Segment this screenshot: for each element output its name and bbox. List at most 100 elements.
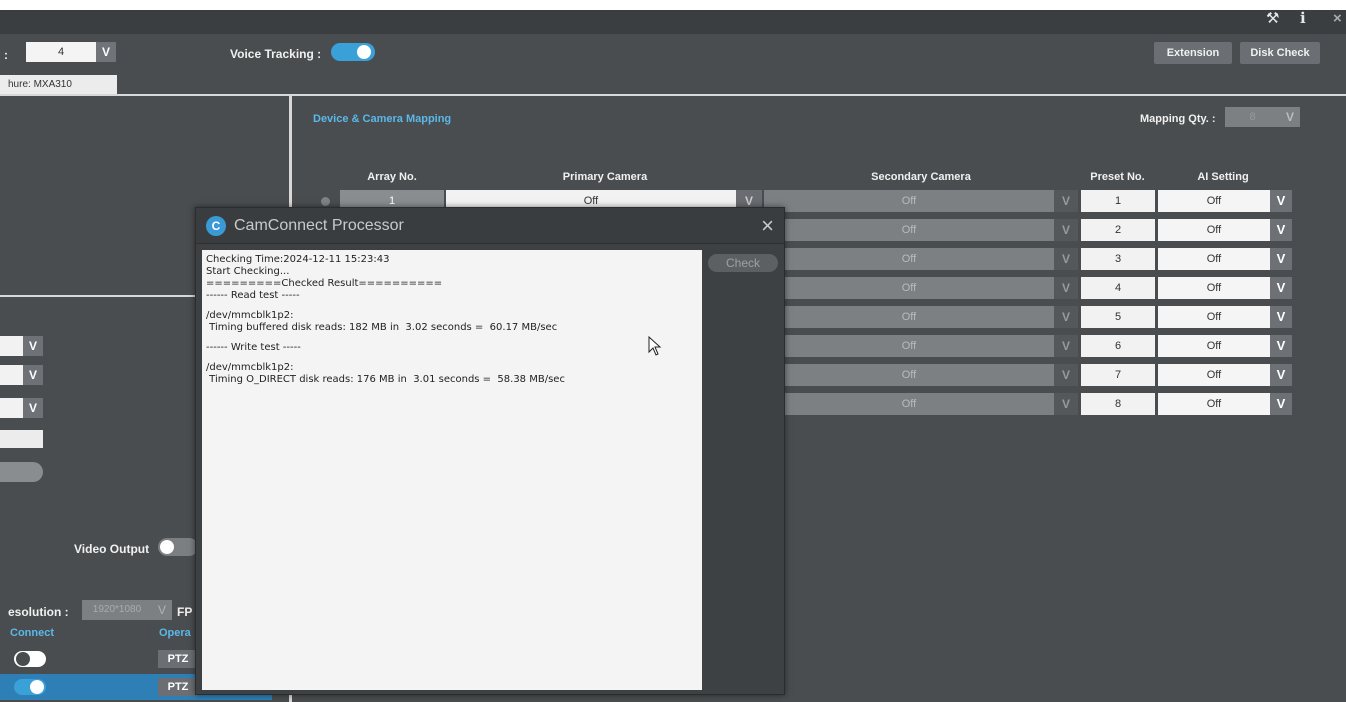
ai-setting-select[interactable]: Off xyxy=(1158,277,1270,299)
connect-toggle-2[interactable] xyxy=(14,679,46,695)
ai-chevron-icon[interactable]: V xyxy=(1270,219,1292,241)
extension-button[interactable]: Extension xyxy=(1154,42,1232,64)
ai-chevron-icon[interactable]: V xyxy=(1270,277,1292,299)
preset-no-field[interactable]: 4 xyxy=(1081,277,1155,299)
ai-setting-select[interactable]: Off xyxy=(1158,306,1270,328)
resolution-select[interactable]: 1920*1080 xyxy=(82,600,152,620)
video-output-label: Video Output xyxy=(74,542,150,556)
log-line: ------ Read test ----- xyxy=(206,290,300,301)
log-line: Timing buffered disk reads: 182 MB in 3.… xyxy=(206,322,558,333)
secondary-chevron-icon[interactable]: V xyxy=(1054,306,1078,328)
dialog-close-icon[interactable]: × xyxy=(761,213,774,239)
col-preset: Preset No. xyxy=(1090,171,1145,183)
ptz-button-1[interactable]: PTZ xyxy=(158,650,198,668)
top-bar: ⚒ ℹ × xyxy=(0,10,1346,34)
preset-no-field[interactable]: 6 xyxy=(1081,335,1155,357)
secondary-chevron-icon[interactable]: V xyxy=(1054,248,1078,270)
left-select-2[interactable]: V xyxy=(0,365,43,385)
secondary-chevron-icon[interactable]: V xyxy=(1054,335,1078,357)
ai-chevron-icon[interactable]: V xyxy=(1270,306,1292,328)
secondary-chevron-icon[interactable]: V xyxy=(1054,364,1078,386)
check-log-output[interactable]: Checking Time:2024-12-11 15:23:43 Start C… xyxy=(202,250,702,690)
dialog-title: CamConnect Processor xyxy=(234,217,404,234)
voice-tracking-toggle[interactable] xyxy=(331,43,375,61)
col-primary: Primary Camera xyxy=(562,171,648,183)
ai-chevron-icon[interactable]: V xyxy=(1270,248,1292,270)
ai-setting-select[interactable]: Off xyxy=(1158,219,1270,241)
ai-setting-select[interactable]: Off xyxy=(1158,335,1270,357)
video-output-toggle[interactable] xyxy=(158,538,198,556)
secondary-camera-select[interactable]: Off xyxy=(764,393,1054,415)
ai-chevron-icon[interactable]: V xyxy=(1270,364,1292,386)
preset-no-field[interactable]: 8 xyxy=(1081,393,1155,415)
opera-column: Opera xyxy=(159,627,191,639)
secondary-chevron-icon[interactable]: V xyxy=(1054,277,1078,299)
log-line: ------ Write test ----- xyxy=(206,342,301,353)
ai-chevron-icon[interactable]: V xyxy=(1270,335,1292,357)
ptz-button-2[interactable]: PTZ xyxy=(158,678,198,696)
ai-setting-select[interactable]: Off xyxy=(1158,248,1270,270)
col-ai: AI Setting xyxy=(1197,171,1249,183)
ai-chevron-icon[interactable]: V xyxy=(1270,393,1292,415)
log-line: =========Checked Result========== xyxy=(206,278,443,289)
preset-no-field[interactable]: 7 xyxy=(1081,364,1155,386)
ai-setting-select[interactable]: Off xyxy=(1158,190,1270,212)
log-line: Checking Time:2024-12-11 15:23:43 xyxy=(206,254,390,265)
info-icon[interactable]: ℹ xyxy=(1300,10,1306,28)
log-line: Start Checking... xyxy=(206,266,290,277)
count-label: : xyxy=(4,48,8,62)
left-input[interactable] xyxy=(0,430,43,448)
app-screen: ⚒ ℹ × : 4 V Voice Tracking : Extension D… xyxy=(0,10,1346,702)
count-select[interactable]: 4 xyxy=(26,42,96,62)
preset-no-field[interactable]: 3 xyxy=(1081,248,1155,270)
resolution-chevron-icon[interactable]: V xyxy=(152,600,172,620)
preset-no-field[interactable]: 1 xyxy=(1081,190,1155,212)
secondary-camera-select[interactable]: Off xyxy=(764,364,1054,386)
mapping-qty-chevron-icon[interactable]: V xyxy=(1280,107,1300,127)
close-icon[interactable]: × xyxy=(1333,10,1342,28)
secondary-chevron-icon[interactable]: V xyxy=(1054,393,1078,415)
secondary-camera-select[interactable]: Off xyxy=(764,219,1054,241)
secondary-chevron-icon[interactable]: V xyxy=(1054,219,1078,241)
mapping-qty-select[interactable]: 8 xyxy=(1225,107,1280,127)
resolution-label: esolution : xyxy=(8,605,69,619)
header-divider xyxy=(0,94,1346,96)
mouse-cursor-icon xyxy=(648,336,662,356)
device-tab[interactable]: hure: MXA310 xyxy=(0,75,117,94)
ai-chevron-icon[interactable]: V xyxy=(1270,190,1292,212)
count-chevron-icon[interactable]: V xyxy=(96,42,116,62)
log-line: /dev/mmcblk1p2: xyxy=(206,362,294,373)
left-select-1[interactable]: V xyxy=(0,336,43,356)
camconnect-logo-icon: C xyxy=(206,216,226,236)
col-array: Array No. xyxy=(367,171,417,183)
secondary-chevron-icon[interactable]: V xyxy=(1054,190,1078,212)
col-secondary: Secondary Camera xyxy=(871,171,971,183)
check-button[interactable]: Check xyxy=(708,254,778,272)
row-status-dot xyxy=(321,197,330,206)
connect-column: Connect xyxy=(10,627,54,639)
secondary-camera-select[interactable]: Off xyxy=(764,335,1054,357)
secondary-camera-select[interactable]: Off xyxy=(764,190,1054,212)
disk-check-button[interactable]: Disk Check xyxy=(1240,42,1320,64)
mapping-title: Device & Camera Mapping xyxy=(313,113,452,125)
voice-tracking-label: Voice Tracking : xyxy=(230,47,322,61)
left-select-3[interactable]: V xyxy=(0,398,43,418)
ai-setting-select[interactable]: Off xyxy=(1158,364,1270,386)
log-line: /dev/mmcblk1p2: xyxy=(206,310,294,321)
ai-setting-select[interactable]: Off xyxy=(1158,393,1270,415)
fps-label: FP xyxy=(177,605,193,619)
connect-toggle-1[interactable] xyxy=(14,651,46,667)
dialog-title-bar[interactable]: C CamConnect Processor × xyxy=(196,208,784,244)
secondary-camera-select[interactable]: Off xyxy=(764,248,1054,270)
secondary-camera-select[interactable]: Off xyxy=(764,306,1054,328)
left-button[interactable] xyxy=(0,462,43,482)
wrench-icon[interactable]: ⚒ xyxy=(1266,10,1279,28)
secondary-camera-select[interactable]: Off xyxy=(764,277,1054,299)
log-line: Timing O_DIRECT disk reads: 176 MB in 3.… xyxy=(206,374,565,385)
preset-no-field[interactable]: 2 xyxy=(1081,219,1155,241)
preset-no-field[interactable]: 5 xyxy=(1081,306,1155,328)
mapping-qty-label: Mapping Qty. : xyxy=(1140,113,1216,125)
